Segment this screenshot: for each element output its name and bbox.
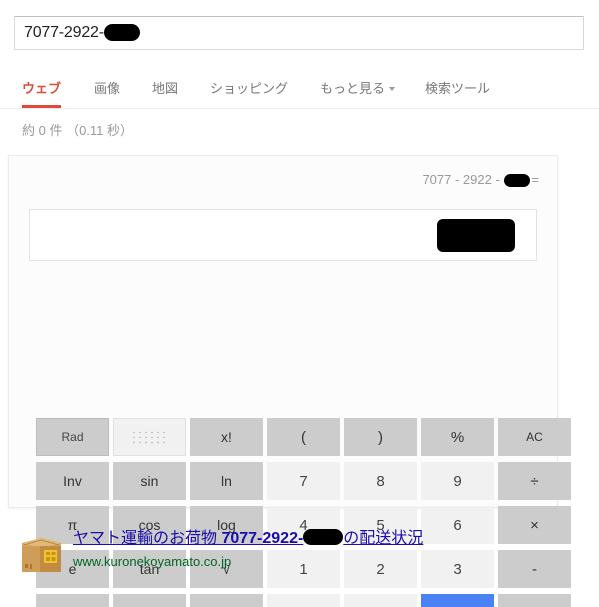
all-clear-button[interactable]: AC	[498, 418, 571, 456]
tab-more-label: もっと見る	[320, 81, 386, 96]
calculator-expression-redaction	[504, 174, 531, 188]
calculator-expression-equals: =	[531, 172, 539, 187]
divide-button[interactable]: ÷	[498, 462, 571, 500]
search-result-item: ヤマト運輸のお荷物 7077-2922- の配送状況 www.kuronekoya…	[18, 528, 578, 572]
chevron-down-icon	[389, 86, 396, 91]
ln-button-label: ln	[221, 473, 232, 489]
search-results-page: 7077-2922- ウェブ 画像 地図 ショッピング もっと見る 検索ツール …	[0, 0, 599, 607]
search-query-redaction	[103, 23, 140, 41]
tab-web-label: ウェブ	[22, 81, 62, 96]
package-box-icon	[18, 531, 65, 578]
search-result-title-suffix: の配送状況	[343, 530, 424, 547]
tab-search-tools[interactable]: 検索ツール	[425, 72, 490, 108]
inverse-button-label: Inv	[63, 473, 82, 489]
calculator-card: 7077 - 2922 - = Rad x! ( ) % AC Inv sin …	[8, 155, 571, 607]
close-paren-button-label: )	[378, 428, 383, 446]
digit-9-button-label: 9	[453, 472, 462, 490]
tab-images-label: 画像	[94, 81, 121, 96]
result-stats: 約 0 件 （0.11 秒）	[22, 123, 134, 138]
digit-8-button-label: 8	[376, 472, 385, 490]
tab-more[interactable]: もっと見る	[320, 72, 396, 108]
tab-images[interactable]: 画像	[94, 72, 120, 108]
power-button[interactable]: xy	[190, 594, 263, 607]
tab-web[interactable]: ウェブ	[22, 72, 62, 108]
factorial-button-label: x!	[221, 429, 232, 445]
dot-grid-icon	[130, 429, 169, 445]
tab-search-tools-label: 検索ツール	[425, 81, 491, 96]
decimal-point-button[interactable]: .	[344, 594, 417, 607]
percent-button-label: %	[450, 428, 465, 446]
digit-7-button-label: 7	[299, 472, 308, 490]
deg-button[interactable]	[113, 418, 186, 456]
search-result-body: ヤマト運輸のお荷物 7077-2922- の配送状況 www.kuronekoya…	[73, 528, 578, 572]
search-result-title-prefix: ヤマト運輸のお荷物	[73, 530, 222, 547]
all-clear-button-label: AC	[526, 430, 543, 444]
calculator-expression: 7077 - 2922 - =	[422, 172, 539, 188]
search-result-url: www.kuronekoyamato.co.jp	[73, 554, 232, 569]
search-box[interactable]: 7077-2922-	[14, 16, 584, 50]
calculator-keypad: Rad x! ( ) % AC Inv sin ln 7 8 9 ÷ π cos…	[36, 418, 571, 607]
search-input[interactable]: 7077-2922-	[15, 17, 583, 49]
calculator-display[interactable]	[29, 209, 537, 261]
answer-button[interactable]: Ans	[36, 594, 109, 607]
calculator-result-redaction	[437, 219, 515, 252]
rad-button-label: Rad	[61, 430, 84, 444]
close-paren-button[interactable]: )	[344, 418, 417, 456]
search-query-text: 7077-2922-	[24, 24, 104, 41]
tab-shopping[interactable]: ショッピング	[210, 72, 288, 108]
open-paren-button-label: (	[301, 428, 306, 446]
divide-button-label: ÷	[530, 472, 539, 490]
search-result-title-link[interactable]: ヤマト運輸のお荷物 7077-2922- の配送状況	[73, 528, 578, 550]
plus-button[interactable]: +	[498, 594, 571, 607]
tab-shopping-label: ショッピング	[210, 81, 289, 96]
inverse-button[interactable]: Inv	[36, 462, 109, 500]
rad-button[interactable]: Rad	[36, 418, 109, 456]
sin-button-label: sin	[140, 473, 159, 489]
calculator-expression-text: 7077 - 2922 -	[422, 172, 504, 187]
open-paren-button[interactable]: (	[267, 418, 340, 456]
search-result-tracking-number: 7077-2922-	[221, 530, 304, 547]
digit-9-button[interactable]: 9	[421, 462, 494, 500]
search-mode-tabs: ウェブ 画像 地図 ショッピング もっと見る 検索ツール	[0, 72, 599, 109]
tab-maps[interactable]: 地図	[152, 72, 178, 108]
digit-0-button[interactable]: 0	[267, 594, 340, 607]
ln-button[interactable]: ln	[190, 462, 263, 500]
sin-button[interactable]: sin	[113, 462, 186, 500]
search-result-title-redaction	[303, 528, 344, 545]
exponent-button[interactable]: EXP	[113, 594, 186, 607]
tab-maps-label: 地図	[152, 81, 179, 96]
percent-button[interactable]: %	[421, 418, 494, 456]
factorial-button[interactable]: x!	[190, 418, 263, 456]
digit-7-button[interactable]: 7	[267, 462, 340, 500]
equals-button-label: =	[453, 603, 463, 607]
digit-8-button[interactable]: 8	[344, 462, 417, 500]
equals-button[interactable]: =	[421, 594, 494, 607]
